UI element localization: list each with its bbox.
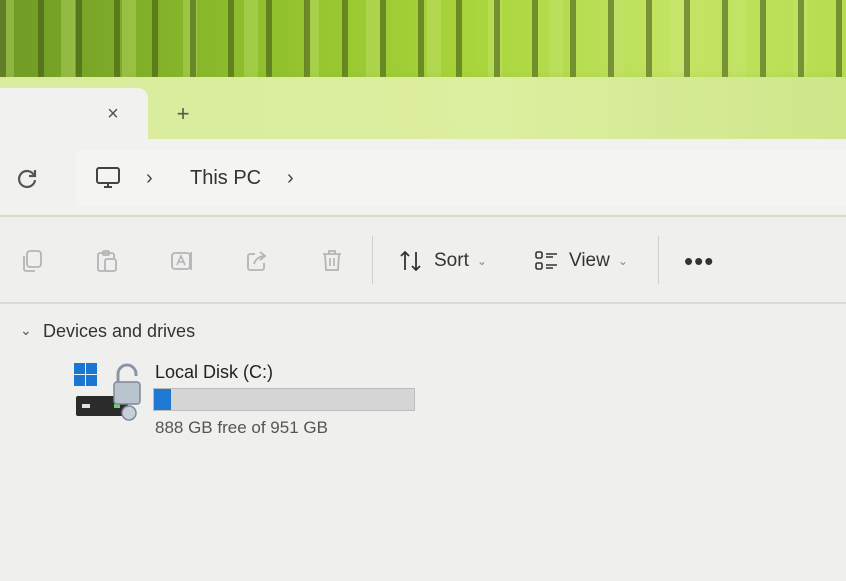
refresh-icon[interactable] bbox=[14, 166, 40, 192]
delete-icon[interactable] bbox=[319, 248, 345, 274]
rename-icon[interactable] bbox=[169, 248, 195, 274]
tab-this-pc[interactable] bbox=[0, 88, 148, 144]
view-icon bbox=[535, 251, 557, 270]
paste-icon[interactable] bbox=[94, 248, 120, 274]
drive-name[interactable]: Local Disk (C:) bbox=[155, 362, 273, 383]
file-list-area bbox=[0, 304, 846, 581]
close-tab-button[interactable]: × bbox=[101, 102, 125, 126]
drive-usage-bar bbox=[153, 388, 415, 411]
breadcrumb-separator[interactable]: › bbox=[146, 166, 153, 190]
chevron-down-icon: ⌄ bbox=[617, 254, 628, 268]
copy-icon[interactable] bbox=[19, 248, 45, 274]
sort-label: Sort bbox=[434, 250, 469, 271]
share-icon[interactable] bbox=[244, 248, 270, 274]
sort-button[interactable]: Sort ⌄ bbox=[398, 246, 487, 276]
toolbar-divider bbox=[658, 236, 659, 284]
sort-icon bbox=[400, 250, 421, 272]
computer-icon[interactable] bbox=[94, 164, 122, 192]
chevron-down-icon[interactable]: ⌄ bbox=[20, 322, 32, 339]
more-options-button[interactable]: ••• bbox=[684, 246, 714, 276]
view-button[interactable]: View ⌄ bbox=[533, 246, 628, 276]
toolbar-divider bbox=[372, 236, 373, 284]
drive-usage-fill bbox=[154, 389, 172, 410]
drive-free-space: 888 GB free of 951 GB bbox=[155, 418, 328, 437]
new-tab-button[interactable]: + bbox=[171, 102, 195, 126]
breadcrumb-separator[interactable]: › bbox=[287, 166, 294, 190]
view-label: View bbox=[569, 250, 610, 271]
section-header-devices-and-drives[interactable]: Devices and drives bbox=[43, 321, 195, 342]
chevron-down-icon: ⌄ bbox=[476, 254, 487, 268]
breadcrumb-item-this-pc[interactable]: This PC bbox=[190, 167, 261, 190]
local-disk-icon[interactable] bbox=[72, 360, 148, 422]
